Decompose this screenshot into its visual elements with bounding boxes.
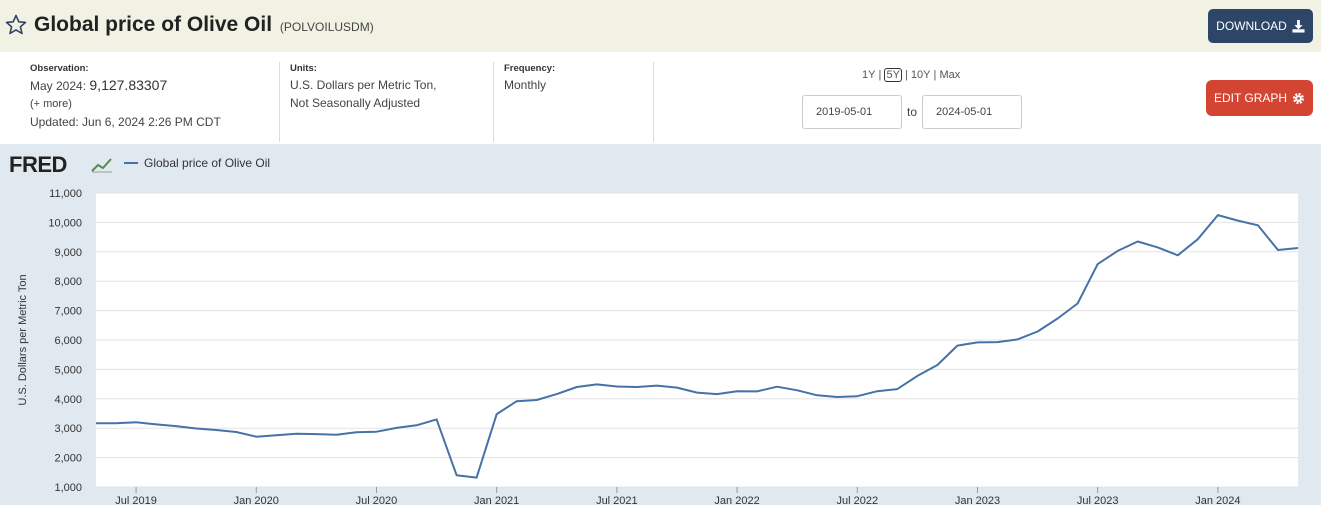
y-tick-label: 7,000: [54, 306, 82, 318]
more-link[interactable]: (+ more): [30, 95, 275, 113]
x-tick-label: Jan 2021: [474, 495, 519, 505]
units-block: Units: U.S. Dollars per Metric Ton, Not …: [290, 62, 490, 112]
chart-container: FRED Global price of Olive Oil 1,000 2,00…: [0, 144, 1321, 505]
y-tick-label: 1,000: [54, 482, 82, 494]
download-icon: [1292, 19, 1305, 33]
to-label: to: [907, 105, 918, 119]
y-tick-label: 10,000: [48, 217, 82, 229]
edit-graph-label: EDIT GRAPH: [1213, 91, 1288, 105]
y-tick-label: 3,000: [54, 423, 82, 435]
y-tick-label: 6,000: [54, 335, 82, 347]
divider: [493, 62, 494, 142]
edit-graph-button[interactable]: EDIT GRAPH: [1206, 80, 1313, 116]
x-tick-label: Jul 2023: [1077, 495, 1119, 505]
title-bar: Global price of Olive Oil (POLVOILUSDM) …: [0, 0, 1321, 52]
observation-label: Observation:: [30, 63, 89, 74]
y-tick-label: 9,000: [54, 247, 82, 259]
divider: [653, 62, 654, 142]
divider: [279, 62, 280, 142]
updated-text: Updated: Jun 6, 2024 2:26 PM CDT: [30, 115, 221, 129]
x-tick-label: Jul 2021: [596, 495, 638, 505]
x-tick-label: Jan 2024: [1195, 495, 1240, 505]
download-button[interactable]: DOWNLOAD: [1208, 9, 1313, 43]
y-tick-label: 4,000: [54, 394, 82, 406]
date-range-selector: 1Y | 5Y | 10Y | Max: [862, 68, 961, 82]
y-tick-label: 5,000: [54, 364, 82, 376]
series-title: Global price of Olive Oil: [34, 13, 273, 36]
gear-icon: [1293, 92, 1305, 104]
range-10y[interactable]: 10Y: [911, 69, 931, 81]
x-tick-label: Jan 2023: [955, 495, 1000, 505]
line-chart: 1,000 2,000 3,000 4,000 5,000 6,000 7,000 8,000…: [17, 188, 1299, 505]
x-tick-label: Jan 2022: [714, 495, 759, 505]
units-line-2: Not Seasonally Adjusted: [290, 96, 421, 110]
y-tick-label: 11,000: [49, 188, 82, 200]
y-tick-label: 8,000: [54, 276, 82, 288]
observation-block: Observation: May 2024: 9,127.83307 (+ mo…: [30, 62, 275, 131]
observation-date: May 2024:: [30, 79, 87, 93]
x-tick-label: Jan 2020: [234, 495, 279, 505]
x-tick-label: Jul 2020: [356, 495, 398, 505]
y-tick-label: 2,000: [54, 453, 82, 465]
download-label: DOWNLOAD: [1216, 19, 1287, 33]
start-date-input[interactable]: 2019-05-01: [802, 95, 902, 129]
observation-value: 9,127.83307: [89, 77, 168, 93]
frequency-label: Frequency:: [504, 63, 556, 74]
range-max[interactable]: Max: [939, 69, 960, 81]
series-id: (POLVOILUSDM): [279, 20, 374, 34]
page-title: Global price of Olive Oil (POLVOILUSDM): [34, 13, 374, 37]
units-line-1: U.S. Dollars per Metric Ton,: [290, 78, 437, 92]
end-date-input[interactable]: 2024-05-01: [922, 95, 1022, 129]
x-tick-label: Jul 2022: [836, 495, 878, 505]
range-5y[interactable]: 5Y: [884, 68, 902, 82]
y-axis-label: U.S. Dollars per Metric Ton: [17, 274, 29, 405]
star-icon[interactable]: [4, 13, 28, 37]
units-label: Units:: [290, 63, 317, 74]
frequency-value: Monthly: [504, 78, 547, 92]
frequency-block: Frequency: Monthly: [504, 62, 644, 94]
series-metadata: Observation: May 2024: 9,127.83307 (+ mo…: [0, 52, 1321, 144]
range-1y[interactable]: 1Y: [862, 69, 875, 81]
x-tick-label: Jul 2019: [115, 495, 157, 505]
